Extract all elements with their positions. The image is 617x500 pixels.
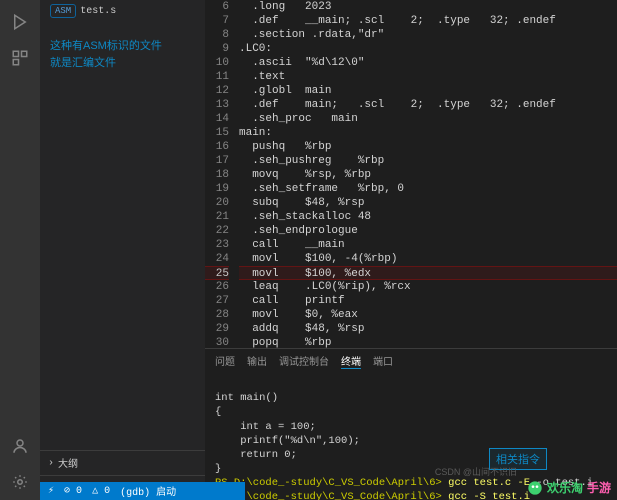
- code-editor[interactable]: 6789101112131415161718192021222324252627…: [205, 0, 617, 348]
- status-warnings[interactable]: △ 0: [92, 485, 110, 497]
- debug-icon[interactable]: [8, 10, 32, 34]
- tab-filename: test.s: [80, 6, 116, 17]
- panel-tab[interactable]: 端口: [373, 353, 393, 369]
- outline-section[interactable]: › 大纲: [40, 450, 205, 475]
- remote-icon[interactable]: ⚡: [48, 485, 54, 497]
- code-line[interactable]: subq $48, %rsp: [239, 196, 617, 210]
- code-line[interactable]: .ascii "%d\12\0": [239, 56, 617, 70]
- code-line[interactable]: .section .rdata,"dr": [239, 28, 617, 42]
- panel-tab[interactable]: 问题: [215, 353, 235, 369]
- code-line[interactable]: .text: [239, 70, 617, 84]
- code-line[interactable]: .long 2023: [239, 0, 617, 14]
- editor-tab-row: ASM test.s: [40, 0, 205, 22]
- bottom-panel: 问题输出调试控制台终端端口 int main(){ int a = 100; p…: [205, 348, 617, 500]
- activity-bar: [0, 0, 40, 500]
- terminal-line: printf("%d\n",100);: [215, 434, 607, 448]
- open-file-tab[interactable]: ASM test.s: [44, 2, 122, 20]
- extensions-icon[interactable]: [8, 46, 32, 70]
- code-line[interactable]: pushq %rbp: [239, 140, 617, 154]
- code-line[interactable]: .def main; .scl 2; .type 32; .endef: [239, 98, 617, 112]
- code-line[interactable]: .def __main; .scl 2; .type 32; .endef: [239, 14, 617, 28]
- terminal-line: {: [215, 405, 607, 419]
- outline-label: 大纲: [58, 455, 78, 471]
- code-line[interactable]: leaq .LC0(%rip), %rcx: [239, 280, 617, 294]
- code-line[interactable]: .seh_stackalloc 48: [239, 210, 617, 224]
- code-line[interactable]: .seh_proc main: [239, 112, 617, 126]
- code-line[interactable]: movl $0, %eax: [239, 308, 617, 322]
- code-line[interactable]: main:: [239, 126, 617, 140]
- terminal-line: return 0;: [215, 448, 607, 462]
- code-line[interactable]: popq %rbp: [239, 336, 617, 348]
- sidebar: ASM test.s 这种有ASM标识的文件 就是汇编文件 › 大纲 › 时间线…: [40, 0, 205, 500]
- code-line[interactable]: .LC0:: [239, 42, 617, 56]
- status-bar: ⚡ ⊘ 0 △ 0 (gdb) 启动: [40, 482, 245, 500]
- logo-icon: [527, 480, 543, 496]
- code-line[interactable]: .seh_setframe %rbp, 0: [239, 182, 617, 196]
- code-line[interactable]: .globl main: [239, 84, 617, 98]
- code-line[interactable]: .seh_pushreg %rbp: [239, 154, 617, 168]
- settings-gear-icon[interactable]: [8, 470, 32, 494]
- main-area: 6789101112131415161718192021222324252627…: [205, 0, 617, 500]
- status-launch[interactable]: (gdb) 启动: [120, 483, 176, 499]
- panel-tab[interactable]: 输出: [247, 353, 267, 369]
- code-line[interactable]: addq $48, %rsp: [239, 322, 617, 336]
- account-icon[interactable]: [8, 434, 32, 458]
- terminal-line: int a = 100;: [215, 420, 607, 434]
- terminal-line: int main(): [215, 391, 607, 405]
- asm-badge-icon: ASM: [50, 4, 76, 18]
- code-line[interactable]: movq %rsp, %rbp: [239, 168, 617, 182]
- terminal-line: [215, 377, 607, 391]
- logo-watermark: 欢乐淘手游: [527, 479, 611, 496]
- code-line[interactable]: call printf: [239, 294, 617, 308]
- chevron-right-icon: ›: [48, 458, 54, 469]
- code-line[interactable]: .seh_endprologue: [239, 224, 617, 238]
- code-line[interactable]: movl $100, %edx: [239, 266, 617, 280]
- code-line[interactable]: call __main: [239, 238, 617, 252]
- panel-tabs: 问题输出调试控制台终端端口: [205, 349, 617, 373]
- status-errors[interactable]: ⊘ 0: [64, 485, 82, 497]
- terminal-line: }: [215, 462, 607, 476]
- panel-tab[interactable]: 调试控制台: [279, 353, 329, 369]
- code-line[interactable]: movl $100, -4(%rbp): [239, 252, 617, 266]
- panel-tab[interactable]: 终端: [341, 353, 361, 369]
- csdn-watermark: CSDN @山间不识旧: [435, 465, 517, 478]
- annotation-callout: 这种有ASM标识的文件 就是汇编文件: [50, 38, 162, 71]
